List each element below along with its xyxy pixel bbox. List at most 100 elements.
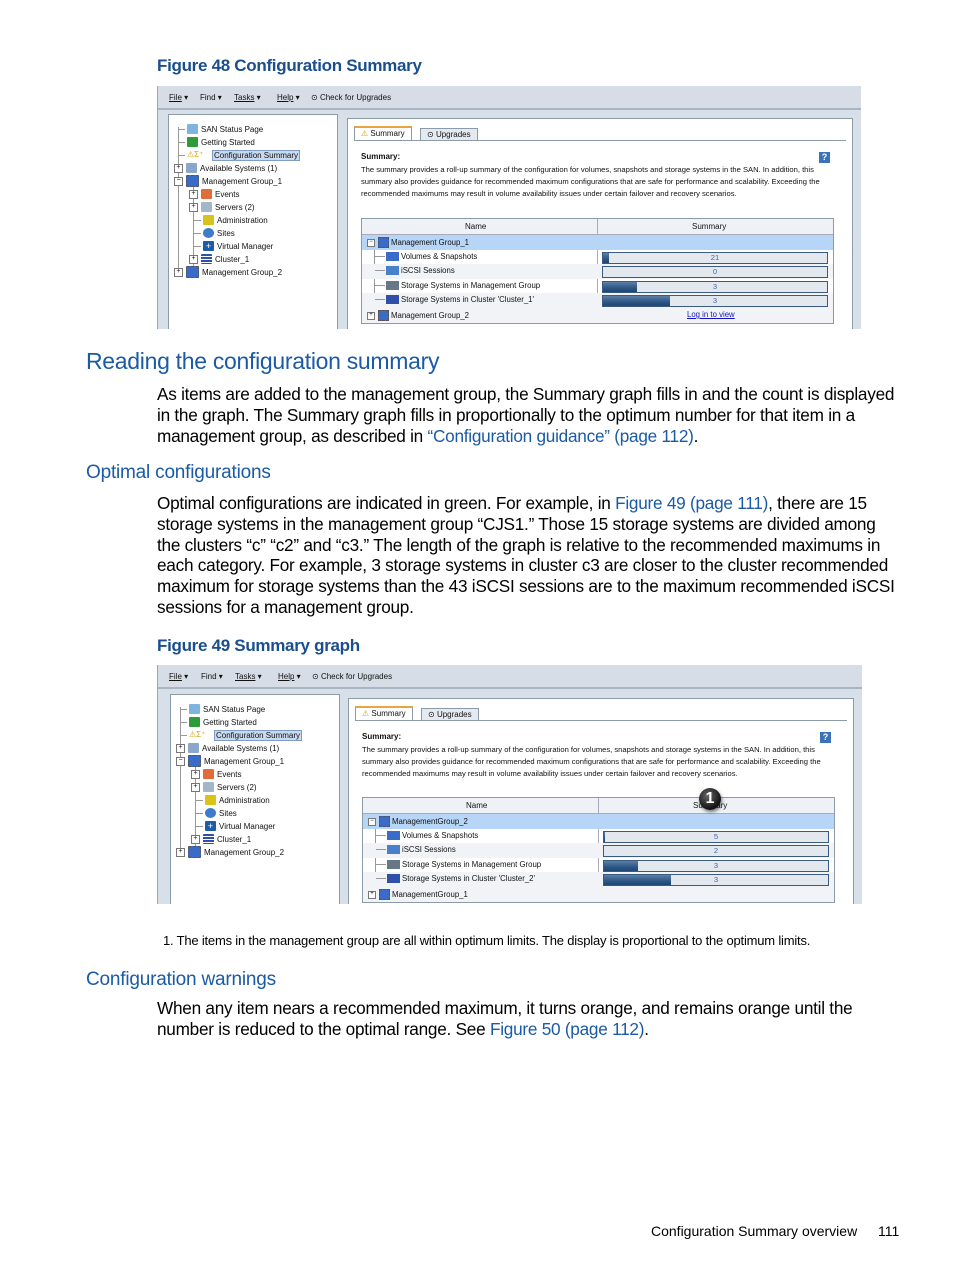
- tree-item-available-systems[interactable]: + Available Systems (1): [174, 162, 277, 174]
- menu-find[interactable]: Find ▾: [200, 93, 222, 102]
- warning-sigma-icon: ⚠Σ⁺: [187, 150, 204, 159]
- tree-item-events[interactable]: + Events: [189, 188, 239, 200]
- summary-heading: Summary:: [361, 152, 401, 161]
- cluster-storage-icon: [386, 295, 399, 304]
- summary-panel: ⚠ Summary ⊙ Upgrades Summary: ? The summ…: [347, 118, 853, 329]
- tree-item-sites[interactable]: Sites: [193, 227, 235, 239]
- cluster-storage-icon: [387, 874, 400, 883]
- page-number: 111: [878, 1223, 900, 1239]
- tab-summary[interactable]: ⚠ Summary: [355, 706, 413, 720]
- table-row[interactable]: Storage Systems in Cluster 'Cluster_1' 3: [362, 293, 833, 308]
- row-label: Storage Systems in Management Group: [401, 280, 541, 290]
- management-group-icon: [186, 175, 199, 187]
- section-title-warnings: Configuration warnings: [86, 969, 276, 990]
- table-row-group[interactable]: − ManagementGroup_2: [363, 814, 834, 829]
- help-button[interactable]: ?: [819, 152, 830, 163]
- home-icon: [187, 124, 198, 134]
- tree-item-servers[interactable]: + Servers (2): [189, 201, 255, 213]
- tree-item-administration[interactable]: Administration: [195, 794, 270, 806]
- management-group-icon: [188, 846, 201, 858]
- iscsi-icon: [387, 845, 400, 854]
- table-row[interactable]: Storage Systems in Cluster 'Cluster_2' 3: [363, 872, 834, 887]
- tree-item-management-group-1[interactable]: − Management Group_1: [176, 755, 284, 767]
- events-icon: [203, 769, 214, 779]
- table-row[interactable]: Storage Systems in Management Group 3: [362, 279, 833, 294]
- summary-value: 3: [713, 875, 719, 884]
- column-header-name[interactable]: Name: [465, 222, 486, 231]
- summary-value: 0: [712, 267, 718, 276]
- summary-table: Name Summary − Management Group_1 Volumes…: [361, 218, 834, 324]
- events-icon: [201, 189, 212, 199]
- tree-item-getting-started[interactable]: Getting Started: [181, 716, 257, 728]
- tree-item-administration[interactable]: Administration: [193, 214, 268, 226]
- systems-icon: [186, 163, 197, 173]
- tree-item-events[interactable]: + Events: [191, 768, 241, 780]
- summary-bar: 0: [602, 266, 828, 278]
- column-header-name[interactable]: Name: [466, 801, 487, 810]
- tree-item-getting-started[interactable]: Getting Started: [179, 136, 255, 148]
- cluster-icon: [203, 834, 214, 844]
- key-icon: [205, 795, 216, 805]
- management-group-icon: [378, 237, 389, 248]
- tree-item-virtual-manager[interactable]: + Virtual Manager: [195, 820, 275, 832]
- link-configuration-guidance[interactable]: “Configuration guidance” (page 112): [428, 426, 694, 446]
- summary-bar: 21: [602, 251, 828, 264]
- link-figure-50[interactable]: Figure 50 (page 112): [490, 1019, 645, 1039]
- management-group-icon: [188, 755, 201, 767]
- volumes-icon: [386, 251, 399, 261]
- table-row-collapsed-group[interactable]: + Management Group_2 Log in to view: [362, 308, 833, 323]
- link-figure-49[interactable]: Figure 49 (page 111): [615, 493, 768, 513]
- tree-item-virtual-manager[interactable]: + Virtual Manager: [193, 240, 273, 252]
- section-body-optimal: Optimal configurations are indicated in …: [157, 493, 895, 617]
- table-row[interactable]: Volumes & Snapshots 5: [363, 829, 834, 844]
- tree-item-san-status[interactable]: SAN Status Page: [179, 123, 263, 135]
- tree-item-cluster-1[interactable]: + Cluster_1: [189, 253, 249, 265]
- summary-value: 5: [713, 831, 719, 841]
- figure-49-footnote: 1. The items in the management group are…: [163, 933, 811, 948]
- menu-find[interactable]: Find ▾: [201, 672, 223, 681]
- summary-value: 3: [712, 296, 718, 305]
- menu-help[interactable]: Help ▾: [277, 93, 300, 102]
- tree-item-servers[interactable]: + Servers (2): [191, 781, 257, 793]
- figure-49-caption: Figure 49 Summary graph: [157, 636, 360, 655]
- tree-item-sites[interactable]: Sites: [195, 807, 237, 819]
- log-in-to-view-link[interactable]: Log in to view: [687, 310, 735, 319]
- menu-bar: File ▾ Find ▾ Tasks ▾ Help ▾ ⊙ Check for…: [158, 86, 861, 110]
- tree-item-cluster-1[interactable]: + Cluster_1: [191, 833, 251, 845]
- tab-summary[interactable]: ⚠ Summary: [354, 126, 412, 140]
- tree-item-config-summary[interactable]: ⚠Σ⁺ Configuration Summary: [179, 149, 301, 161]
- menu-tasks[interactable]: Tasks ▾: [234, 93, 261, 102]
- arrow-right-icon: [187, 137, 198, 147]
- tree-item-management-group-1[interactable]: − Management Group_1: [174, 175, 282, 187]
- row-label: Storage Systems in Management Group: [402, 859, 542, 869]
- management-group-icon: [379, 816, 390, 827]
- table-row[interactable]: Storage Systems in Management Group 3: [363, 858, 834, 873]
- tree-item-config-summary[interactable]: ⚠Σ⁺ Configuration Summary: [181, 729, 303, 741]
- check-upgrades-button[interactable]: ⊙ Check for Upgrades: [311, 93, 391, 102]
- check-upgrades-button[interactable]: ⊙ Check for Upgrades: [312, 672, 392, 681]
- help-button[interactable]: ?: [820, 732, 831, 743]
- table-row[interactable]: iSCSI Sessions 2: [363, 843, 834, 858]
- summary-bar: 5: [603, 830, 829, 843]
- storage-systems-icon: [387, 859, 400, 869]
- menu-file[interactable]: File ▾: [169, 93, 188, 102]
- menu-tasks[interactable]: Tasks ▾: [235, 672, 262, 681]
- table-row-group[interactable]: − Management Group_1: [362, 235, 833, 250]
- summary-table: Name Summary −ManagementGroup_2 Volumes …: [362, 797, 835, 903]
- tree-item-management-group-2[interactable]: + Management Group_2: [174, 266, 282, 278]
- summary-value: 3: [712, 281, 718, 291]
- servers-icon: [201, 202, 212, 212]
- warning-sigma-icon: ⚠Σ⁺: [189, 730, 206, 739]
- table-row[interactable]: Volumes & Snapshots 21: [362, 250, 833, 265]
- table-row-collapsed-group[interactable]: + ManagementGroup_1: [363, 887, 834, 902]
- figure-48-screenshot: File ▾ Find ▾ Tasks ▾ Help ▾ ⊙ Check for…: [157, 86, 861, 329]
- tree-item-san-status[interactable]: SAN Status Page: [181, 703, 265, 715]
- menu-help[interactable]: Help ▾: [278, 672, 301, 681]
- tree-item-management-group-2[interactable]: + Management Group_2: [176, 846, 284, 858]
- menu-file[interactable]: File ▾: [169, 672, 188, 681]
- summary-bar: 3: [602, 280, 828, 293]
- tree-item-available-systems[interactable]: + Available Systems (1): [176, 742, 279, 754]
- table-row[interactable]: iSCSI Sessions 0: [362, 264, 833, 279]
- key-icon: [203, 215, 214, 225]
- column-header-summary[interactable]: Summary: [692, 222, 726, 231]
